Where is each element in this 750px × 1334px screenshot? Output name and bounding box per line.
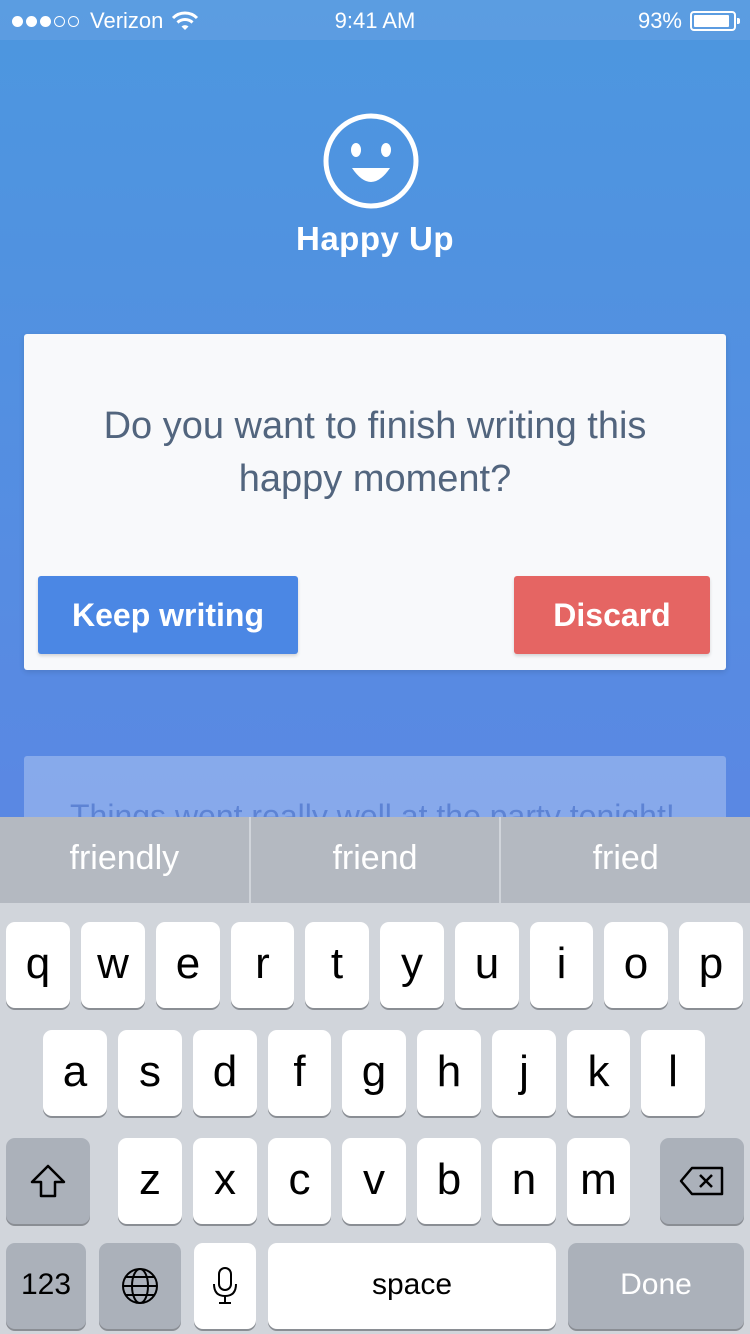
discard-button[interactable]: Discard	[514, 576, 710, 654]
keep-writing-button[interactable]: Keep writing	[38, 576, 298, 654]
status-bar: Verizon 9:41 AM 93%	[0, 0, 750, 40]
key-t[interactable]: t	[305, 922, 369, 1008]
key-z[interactable]: z	[118, 1138, 182, 1224]
key-a[interactable]: a	[43, 1030, 107, 1116]
suggestion-item[interactable]: friend	[248, 817, 500, 903]
suggestion-item[interactable]: friendly	[0, 817, 249, 903]
backspace-icon	[679, 1166, 724, 1196]
key-o[interactable]: o	[604, 922, 668, 1008]
battery-icon	[690, 11, 740, 31]
key-x[interactable]: x	[193, 1138, 257, 1224]
globe-key[interactable]	[99, 1243, 181, 1329]
space-key[interactable]: space	[268, 1243, 556, 1329]
key-q[interactable]: q	[6, 922, 70, 1008]
key-i[interactable]: i	[530, 922, 593, 1008]
smiley-face-icon	[323, 113, 419, 209]
key-j[interactable]: j	[492, 1030, 556, 1116]
key-m[interactable]: m	[567, 1138, 630, 1224]
microphone-icon	[213, 1267, 237, 1304]
key-e[interactable]: e	[156, 922, 220, 1008]
shift-key[interactable]	[6, 1138, 90, 1224]
dialog-message: Do you want to finish writing this happy…	[103, 405, 647, 500]
key-k[interactable]: k	[567, 1030, 630, 1116]
key-r[interactable]: r	[231, 922, 294, 1008]
key-g[interactable]: g	[342, 1030, 406, 1116]
key-s[interactable]: s	[118, 1030, 182, 1116]
key-n[interactable]: n	[492, 1138, 556, 1224]
dictation-key[interactable]	[194, 1243, 256, 1329]
key-v[interactable]: v	[342, 1138, 406, 1224]
keyboard: q w e r t y u i o p a s d f g h j k l z …	[0, 903, 750, 1334]
key-b[interactable]: b	[417, 1138, 481, 1224]
key-h[interactable]: h	[417, 1030, 481, 1116]
key-u[interactable]: u	[455, 922, 519, 1008]
backspace-key[interactable]	[660, 1138, 744, 1224]
shift-arrow-icon	[30, 1164, 66, 1198]
key-w[interactable]: w	[81, 922, 145, 1008]
key-y[interactable]: y	[380, 922, 444, 1008]
confirm-dialog: Do you want to finish writing this happy…	[24, 334, 726, 670]
battery-percent: 93%	[637, 8, 682, 33]
status-right: 93%	[637, 8, 740, 34]
key-d[interactable]: d	[193, 1030, 257, 1116]
globe-icon	[122, 1268, 158, 1304]
app-title: Happy Up	[295, 220, 454, 257]
key-l[interactable]: l	[641, 1030, 705, 1116]
key-c[interactable]: c	[268, 1138, 331, 1224]
key-p[interactable]: p	[679, 922, 743, 1008]
autocorrect-suggestions: friendly friend fried	[0, 817, 750, 903]
numbers-key[interactable]: 123	[6, 1243, 86, 1329]
done-key[interactable]: Done	[568, 1243, 744, 1329]
key-f[interactable]: f	[268, 1030, 331, 1116]
suggestion-item[interactable]: fried	[499, 817, 750, 903]
